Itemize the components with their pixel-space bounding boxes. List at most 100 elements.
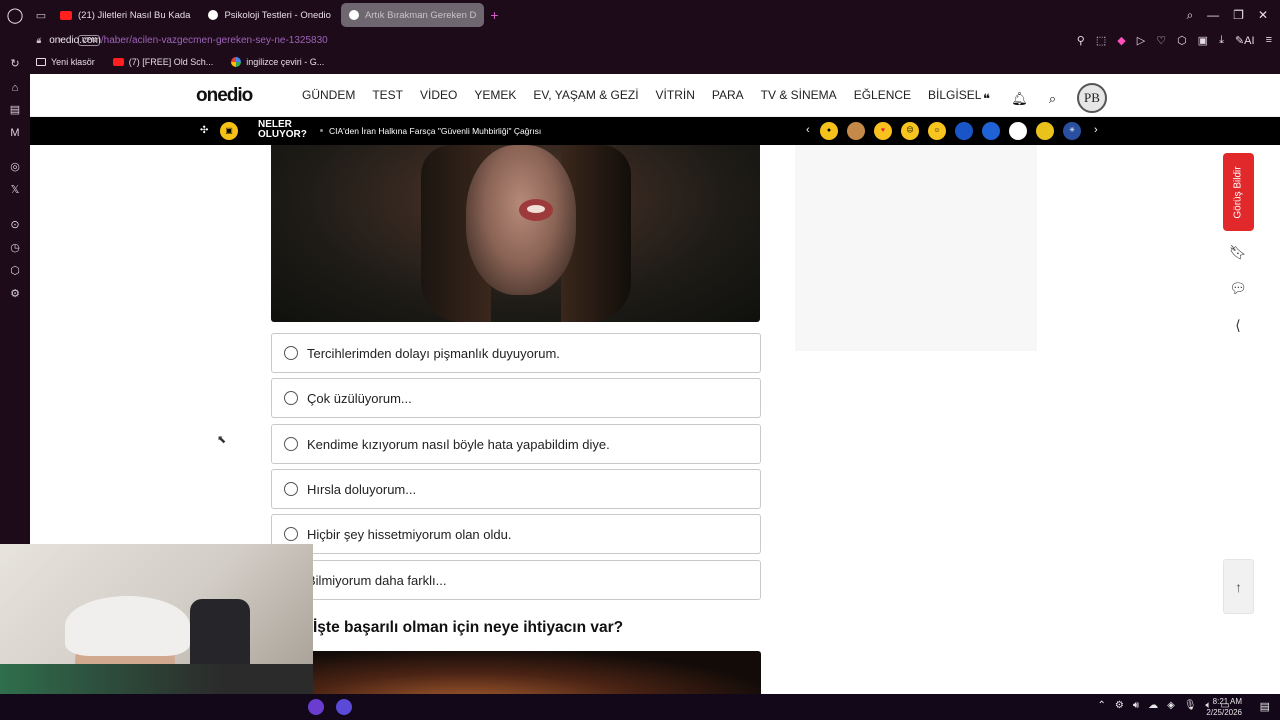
opera-logo-icon[interactable]: ◯ [0, 0, 30, 30]
quiz-option-6[interactable]: Bilmiyorum daha farklı... [271, 560, 761, 600]
next-question-image [271, 651, 761, 694]
nav-item-para[interactable]: PARA [712, 88, 744, 102]
extensions-icon[interactable]: ⬡ [1177, 34, 1187, 47]
onedio-logo[interactable]: onedio [196, 85, 253, 107]
pin-icon[interactable]: ⚲ [1077, 34, 1085, 47]
bookmark-item[interactable]: ingilizce çeviri - G... [231, 57, 324, 67]
tray-mic-icon[interactable]: 🎙︎ [1184, 700, 1197, 711]
player-icon[interactable]: ⊙ [8, 218, 22, 232]
tray-app-icon[interactable]: ⚙ [1115, 700, 1124, 711]
cube-icon[interactable]: ▣ [1198, 34, 1208, 47]
reaction-yellow-icon[interactable] [1036, 122, 1054, 140]
bookmark-item[interactable]: Yeni klasör [36, 57, 95, 67]
bookmark-item[interactable]: (7) [FREE] Old Sch... [112, 57, 214, 67]
m-app-icon[interactable]: M [8, 126, 22, 140]
history-icon[interactable]: ↻ [8, 57, 22, 71]
google-icon [231, 57, 242, 67]
reaction-brand-icon[interactable] [955, 122, 973, 140]
minimize-icon[interactable]: — [1207, 8, 1219, 23]
radio-icon[interactable] [284, 391, 298, 405]
nav-item-tv-sinema[interactable]: TV & SİNEMA [761, 88, 837, 102]
nav-item-gundem[interactable]: GÜNDEM [302, 88, 355, 102]
ticker-prev-icon[interactable]: ‹ [806, 124, 810, 136]
x-twitter-icon[interactable]: 𝕏 [8, 183, 22, 197]
close-window-icon[interactable]: ✕ [1258, 8, 1268, 23]
browser-tab-label: Artık Bırakman Gereken D [364, 9, 477, 21]
tab-workspace-icon[interactable]: ▭ [30, 9, 52, 22]
browser-tab-2[interactable]: Psikoloji Testleri - Onedio [200, 3, 338, 27]
ai-button[interactable]: ✎AI [1235, 34, 1255, 47]
quiz-option-5[interactable]: Hiçbir şey hissetmiyorum olan oldu. [271, 514, 761, 554]
quiz-option-1[interactable]: Tercihlerimden dolayı pişmanlık duyuyoru… [271, 333, 761, 373]
snapshot-icon[interactable]: ⬚ [1096, 34, 1106, 47]
tray-cloud-icon[interactable]: ☁ [1148, 700, 1158, 711]
play-icon[interactable]: ▷ [1137, 34, 1145, 47]
reaction-brand2-icon[interactable] [982, 122, 1000, 140]
scroll-to-top-button[interactable]: ↑ [1223, 559, 1254, 614]
app-icon[interactable]: ⌂ [8, 81, 22, 95]
radio-icon[interactable] [284, 437, 298, 451]
search-icon[interactable]: ⌕ [1044, 90, 1061, 107]
clock-icon[interactable]: ◷ [8, 241, 22, 255]
notes-icon[interactable]: ▤ [8, 103, 22, 117]
notifications-icon[interactable]: ▤ [1260, 700, 1270, 713]
heart-icon[interactable]: ♡ [1156, 34, 1166, 47]
quiz-option-label: Hiçbir şey hissetmiyorum olan oldu. [307, 526, 512, 542]
taskbar-clock[interactable]: 8:21 AM 2/25/2026 [1206, 696, 1242, 718]
url-field[interactable]: onedio.com/haber/acilen-vazgecmen-gereke… [49, 35, 328, 46]
download-icon[interactable]: ⤓ [1219, 34, 1224, 47]
bookmark-label: (7) [FREE] Old Sch... [128, 57, 214, 67]
comments-icon[interactable]: 💬︎ [1226, 276, 1250, 300]
new-tab-plus-icon[interactable]: + [490, 7, 498, 23]
tray-shield-icon[interactable]: ◈ [1167, 700, 1175, 711]
taskbar-opera-icon[interactable] [336, 699, 352, 715]
search-tabs-icon[interactable]: ⌕ [1186, 8, 1193, 23]
feedback-button[interactable]: Görüş Bildir [1223, 153, 1254, 231]
ticker-headline[interactable]: CIA'den İran Halkına Farsça "Güvenli Muh… [329, 126, 541, 136]
tray-chevron-icon[interactable]: ⌃ [1097, 700, 1105, 711]
bell-icon[interactable]: 🔔︎ [1011, 90, 1028, 107]
ticker-next-icon[interactable]: › [1094, 124, 1098, 136]
reaction-sad-icon[interactable]: ☹ [901, 122, 919, 140]
reaction-glasses-icon[interactable]: ● [820, 122, 838, 140]
shield-icon[interactable]: ◆ [1117, 34, 1125, 47]
settings-gear-icon[interactable]: ⚙ [8, 287, 22, 301]
browser-tab-1[interactable]: (21) Jiletleri Nasıl Bu Kada [52, 3, 198, 27]
chat-bubbles-icon[interactable]: ❝ [978, 90, 995, 107]
restore-icon[interactable]: ❐ [1233, 8, 1244, 23]
reaction-heart-eyes-icon[interactable]: ♥ [874, 122, 892, 140]
nav-item-bilgisel[interactable]: BİLGİSEL [928, 88, 981, 102]
nav-item-yemek[interactable]: YEMEK [474, 88, 516, 102]
bookmark-icon[interactable]: 🔖︎ [1226, 240, 1250, 264]
quiz-option-2[interactable]: Çok üzülüyorum... [271, 378, 761, 418]
youtube-favicon-icon [60, 10, 72, 20]
quiz-option-4[interactable]: Hırsla doluyorum... [271, 469, 761, 509]
quiz-option-label: Bilmiyorum daha farklı... [307, 572, 447, 588]
ticker-badge-icon[interactable]: ▣ [220, 122, 238, 140]
cube-icon[interactable]: ⬡ [8, 264, 22, 278]
nav-item-video[interactable]: VİDEO [420, 88, 457, 102]
radio-icon[interactable] [284, 346, 298, 360]
nav-item-test[interactable]: TEST [372, 88, 403, 102]
reaction-flag-icon[interactable]: ✳ [1063, 122, 1081, 140]
taskbar-app-icon[interactable] [308, 699, 324, 715]
nav-item-vitrin[interactable]: VİTRİN [656, 88, 695, 102]
user-avatar[interactable]: PB [1077, 83, 1107, 113]
grid-icon[interactable]: ✣ [200, 125, 208, 136]
menu-icon[interactable]: ≡ [1266, 34, 1272, 46]
radio-icon[interactable] [284, 482, 298, 496]
share-icon[interactable]: ⟨ [1226, 313, 1250, 337]
nav-item-ev-yasam-gezi[interactable]: EV, YAŞAM & GEZİ [533, 88, 638, 102]
radio-icon[interactable] [284, 527, 298, 541]
reaction-smile-icon[interactable]: ☺ [928, 122, 946, 140]
tray-volume-icon[interactable]: 🔊︎ [1133, 700, 1139, 711]
nav-item-eglence[interactable]: EĞLENCE [854, 88, 911, 102]
instagram-icon[interactable]: ◎ [8, 160, 22, 174]
browser-tab-3-active[interactable]: Artık Bırakman Gereken D [340, 3, 485, 27]
reaction-dk-icon[interactable] [1009, 122, 1027, 140]
browser-tabbar: ◯ ▭ (21) Jiletleri Nasıl Bu Kada Psikolo… [0, 0, 1280, 30]
quiz-option-3[interactable]: Kendime kızıyorum nasıl böyle hata yapab… [271, 424, 761, 464]
lock-icon[interactable]: 🔒︎ [36, 35, 41, 46]
reaction-potato-icon[interactable] [847, 122, 865, 140]
news-ticker: ✣ ▣ NELER OLUYOR? CIA'den İran Halkına F… [30, 117, 1280, 145]
